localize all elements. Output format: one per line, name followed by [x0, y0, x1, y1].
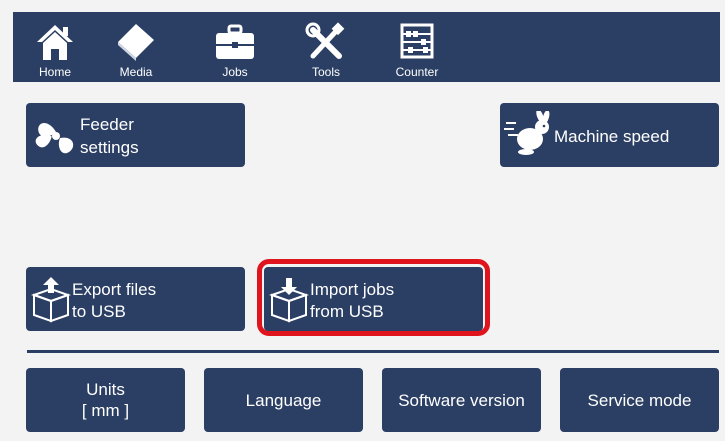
- units-label: Units: [86, 380, 125, 399]
- import-jobs-label-line1: Import jobs: [310, 280, 395, 299]
- service-mode-label: Service mode: [587, 390, 692, 410]
- divider: [27, 350, 719, 353]
- import-jobs-label-line2: from USB: [310, 302, 384, 321]
- export-files-label-line2: to USB: [72, 302, 126, 321]
- nav-tools[interactable]: Tools: [296, 12, 356, 82]
- box-export-icon: [30, 277, 72, 323]
- nav-home-label: Home: [38, 65, 71, 79]
- box-import-icon: [268, 278, 310, 323]
- nav-counter[interactable]: Counter: [387, 12, 447, 82]
- feeder-settings-label-line2: settings: [80, 138, 139, 157]
- machine-speed-label: Machine speed: [554, 127, 670, 146]
- import-jobs-button[interactable]: Import jobs from USB: [264, 267, 483, 331]
- tools-icon: [305, 22, 345, 59]
- nav-jobs[interactable]: Jobs: [205, 12, 265, 82]
- nav-tools-label: Tools: [311, 65, 340, 79]
- nav-home[interactable]: Home: [25, 12, 85, 82]
- service-mode-button[interactable]: Service mode: [560, 368, 719, 432]
- software-version-label: Software version: [398, 390, 525, 410]
- language-button[interactable]: Language: [204, 368, 363, 432]
- units-button[interactable]: Units [ mm ]: [26, 368, 185, 432]
- units-value: [ mm ]: [81, 401, 130, 420]
- feeder-settings-button[interactable]: Feeder settings: [26, 103, 245, 167]
- abacus-icon: [400, 23, 434, 59]
- home-icon: [37, 25, 73, 60]
- fan-icon: [35, 122, 74, 154]
- nav-media-label: Media: [119, 65, 153, 79]
- export-files-label-line1: Export files: [72, 280, 157, 299]
- software-version-button[interactable]: Software version: [382, 368, 541, 432]
- machine-speed-button[interactable]: Machine speed: [500, 103, 719, 167]
- nav-jobs-label: Jobs: [222, 65, 248, 79]
- language-label: Language: [245, 390, 322, 410]
- briefcase-icon: [216, 24, 254, 59]
- nav-counter-label: Counter: [395, 65, 439, 79]
- feeder-settings-label-line1: Feeder: [80, 115, 134, 134]
- export-files-button[interactable]: Export files to USB: [26, 267, 245, 331]
- top-nav-bar: Home Media Jobs Tools Counter: [13, 12, 720, 82]
- nav-media[interactable]: Media: [106, 12, 166, 82]
- media-icon: [118, 24, 154, 61]
- rabbit-icon: [504, 111, 550, 155]
